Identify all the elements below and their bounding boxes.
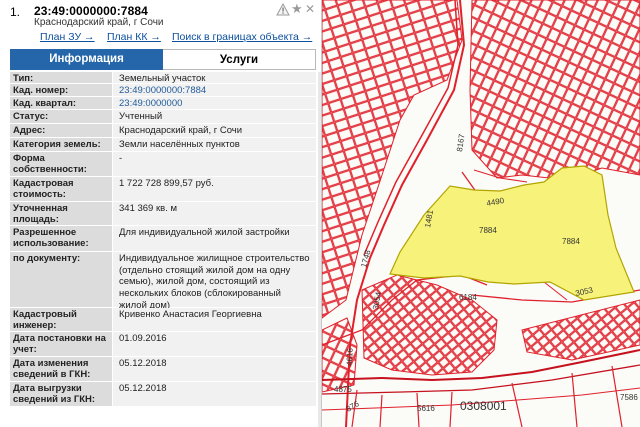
row-cad-quarter: Кад. квартал: 23:49:0000000: [10, 97, 316, 110]
cad-number-title[interactable]: 23:49:0000000:7884: [34, 4, 148, 18]
result-index: 1.: [10, 5, 21, 19]
row-label: Дата выгрузки сведений из ГКН:: [10, 382, 112, 406]
row-ownership: Форма собственности: -: [10, 152, 316, 177]
map-label: 7586: [620, 393, 638, 402]
search-bounds-link[interactable]: Поиск в границах объекта →: [172, 31, 312, 43]
row-by-document: по документу: Индивидуальное жилищное ст…: [10, 252, 316, 311]
close-icon[interactable]: ✕: [305, 2, 315, 16]
row-label: Кадастровая стоимость:: [10, 177, 112, 201]
row-value: -: [113, 152, 316, 176]
info-panel: 1. 23:49:0000000:7884 Краснодарский край…: [0, 0, 322, 427]
row-cad-cost: Кадастровая стоимость: 1 722 728 899,57 …: [10, 177, 316, 202]
info-table: Тип: Земельный участок Кад. номер: 23:49…: [10, 72, 316, 407]
row-value: 1 722 728 899,57 руб.: [113, 177, 316, 201]
parcel-7884[interactable]: [389, 165, 635, 301]
row-label: Кад. квартал:: [10, 97, 112, 109]
map-label: 4875: [334, 385, 352, 394]
tab-services[interactable]: Услуги: [163, 49, 316, 70]
row-value: 01.09.2016: [113, 332, 316, 356]
map-label: 7884: [562, 237, 580, 246]
row-label: Дата постановки на учет:: [10, 332, 112, 356]
row-value: Кривенко Анастасия Георгиевна: [113, 308, 316, 331]
warning-icon[interactable]: [276, 3, 290, 16]
row-label: Кадастровый инженер:: [10, 308, 112, 331]
row-status: Статус: Учтенный: [10, 110, 316, 124]
panel-scrollbar[interactable]: [318, 72, 321, 427]
row-value: Земельный участок: [113, 72, 316, 84]
plan-kk-link[interactable]: План КК →: [107, 31, 161, 43]
row-label: Кад. номер:: [10, 84, 112, 96]
row-label: Разрешенное использование:: [10, 226, 112, 251]
header-address: Краснодарский край, г Сочи: [34, 17, 164, 28]
map-label: 5616: [417, 404, 435, 413]
row-label: Адрес:: [10, 124, 112, 137]
row-label: Статус:: [10, 110, 112, 123]
map-label: 0308001: [460, 399, 507, 413]
row-value: Учтенный: [113, 110, 316, 123]
row-cad-number: Кад. номер: 23:49:0000000:7884: [10, 84, 316, 97]
row-type: Тип: Земельный участок: [10, 72, 316, 84]
plan-zu-link[interactable]: План ЗУ →: [40, 31, 95, 43]
cad-number-link[interactable]: 23:49:0000000:7884: [113, 84, 316, 96]
map-label: 6184: [459, 293, 477, 302]
row-label: Тип:: [10, 72, 112, 84]
result-header: 1. 23:49:0000000:7884 Краснодарский край…: [0, 0, 321, 28]
map-label: 8167: [455, 133, 466, 152]
row-value: 05.12.2018: [113, 382, 316, 406]
tab-bar: Информация Услуги: [10, 49, 316, 70]
row-value: Индивидуальное жилищное строительство (о…: [113, 252, 316, 311]
row-label: Дата изменения сведений в ГКН:: [10, 357, 112, 381]
row-value: Краснодарский край, г Сочи: [113, 124, 316, 137]
row-label: по документу:: [10, 252, 112, 307]
star-icon[interactable]: ★: [291, 1, 303, 17]
cadastral-map[interactable]: 8167 4490 1481 7884 7884 1748 3054 6184 …: [322, 0, 640, 427]
map-canvas[interactable]: 8167 4490 1481 7884 7884 1748 3054 6184 …: [322, 0, 640, 427]
row-area: Уточненная площадь: 341 369 кв. м: [10, 202, 316, 226]
row-permitted-use: Разрешенное использование: Для индивидуа…: [10, 226, 316, 252]
map-label: 4616: [345, 347, 355, 366]
row-label: Уточненная площадь:: [10, 202, 112, 225]
row-label: Форма собственности:: [10, 152, 112, 176]
row-land-category: Категория земель: Земли населённых пункт…: [10, 138, 316, 152]
row-value: Для индивидуальной жилой застройки: [113, 226, 316, 251]
row-address: Адрес: Краснодарский край, г Сочи: [10, 124, 316, 138]
row-value: Земли населённых пунктов: [113, 138, 316, 151]
row-engineer: Кадастровый инженер: Кривенко Анастасия …: [10, 308, 316, 332]
row-export-date: Дата выгрузки сведений из ГКН: 05.12.201…: [10, 382, 316, 407]
cad-quarter-link[interactable]: 23:49:0000000: [113, 97, 316, 109]
row-value: 341 369 кв. м: [113, 202, 316, 225]
object-links: План ЗУ → План КК → Поиск в границах объ…: [0, 31, 321, 45]
map-label: 7884: [479, 226, 497, 235]
row-value: 05.12.2018: [113, 357, 316, 381]
tab-information[interactable]: Информация: [10, 49, 163, 70]
row-label: Категория земель:: [10, 138, 112, 151]
row-registration-date: Дата постановки на учет: 01.09.2016: [10, 332, 316, 357]
row-change-date: Дата изменения сведений в ГКН: 05.12.201…: [10, 357, 316, 382]
